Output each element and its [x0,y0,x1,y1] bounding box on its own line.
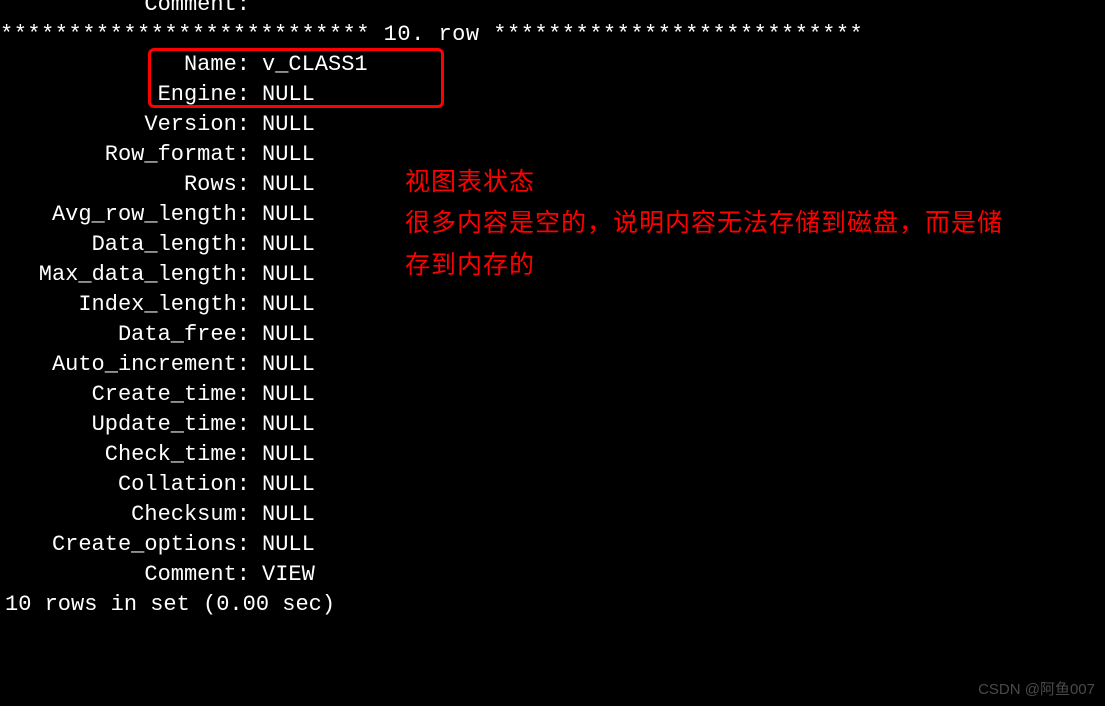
field-row: Checksum:NULL [0,500,1105,530]
row-separator: *************************** 10. row ****… [0,20,1105,50]
field-label: Version: [0,110,250,140]
field-row: Create_options:NULL [0,530,1105,560]
field-label: Create_time: [0,380,250,410]
terminal-output: Comment: *************************** 10.… [0,0,1105,619]
field-label: Create_options: [0,530,250,560]
field-row: Engine:NULL [0,80,1105,110]
watermark: CSDN @阿鱼007 [978,680,1095,700]
field-row: Version:NULL [0,110,1105,140]
partial-label: Comment: [0,0,250,20]
field-label: Auto_increment: [0,350,250,380]
field-value: NULL [250,230,315,260]
field-row: Name:v_CLASS1 [0,50,1105,80]
field-row: Comment:VIEW [0,560,1105,590]
field-label: Checksum: [0,500,250,530]
field-value: NULL [250,140,315,170]
field-value: NULL [250,80,315,110]
field-label: Avg_row_length: [0,200,250,230]
annotation-line1: 视图表状态 [405,162,1025,203]
field-value: NULL [250,440,315,470]
field-label: Data_free: [0,320,250,350]
fields-container: Name:v_CLASS1Engine:NULLVersion:NULLRow_… [0,50,1105,590]
summary-text: 10 rows in set (0.00 sec) [0,590,1105,620]
annotation-text: 视图表状态 很多内容是空的，说明内容无法存储到磁盘，而是储存到内存的 [405,162,1025,286]
field-value: NULL [250,110,315,140]
field-value: NULL [250,410,315,440]
field-label: Collation: [0,470,250,500]
field-label: Row_format: [0,140,250,170]
field-label: Rows: [0,170,250,200]
annotation-line2: 很多内容是空的，说明内容无法存储到磁盘，而是储存到内存的 [405,203,1025,286]
partial-row: Comment: [0,0,1105,20]
field-label: Check_time: [0,440,250,470]
field-value: NULL [250,200,315,230]
field-row: Data_free:NULL [0,320,1105,350]
field-row: Create_time:NULL [0,380,1105,410]
field-label: Update_time: [0,410,250,440]
field-value: NULL [250,530,315,560]
field-label: Data_length: [0,230,250,260]
field-row: Collation:NULL [0,470,1105,500]
field-value: VIEW [250,560,315,590]
field-row: Auto_increment:NULL [0,350,1105,380]
field-value: NULL [250,380,315,410]
field-label: Engine: [0,80,250,110]
field-value: NULL [250,350,315,380]
field-value: NULL [250,500,315,530]
field-label: Index_length: [0,290,250,320]
field-label: Comment: [0,560,250,590]
field-row: Index_length:NULL [0,290,1105,320]
field-value: NULL [250,260,315,290]
field-value: NULL [250,320,315,350]
field-label: Max_data_length: [0,260,250,290]
field-value: NULL [250,170,315,200]
field-value: v_CLASS1 [250,50,368,80]
field-value: NULL [250,290,315,320]
field-value: NULL [250,470,315,500]
field-label: Name: [0,50,250,80]
field-row: Check_time:NULL [0,440,1105,470]
field-row: Update_time:NULL [0,410,1105,440]
